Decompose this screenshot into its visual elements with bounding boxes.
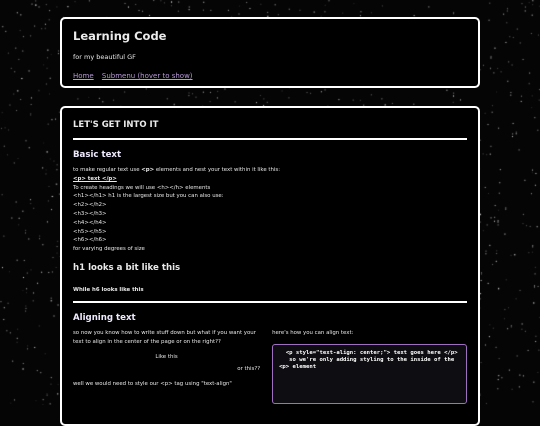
align-right-column: here's how you can align text: <p style=… [272, 329, 467, 404]
code-block: <p style="text-align: center;"> text goe… [272, 343, 467, 404]
nav-link-submenu[interactable]: Submenu (hover to show) [102, 72, 193, 80]
align-right-intro: here's how you can align text: [272, 329, 354, 336]
tag-h5: <h5></h5> [73, 228, 107, 235]
divider [73, 300, 467, 303]
align-intro: so now you know how to write stuff down … [73, 329, 256, 345]
style-line: well we would need to style our <p> tag … [73, 381, 232, 388]
basic-intro: to make regular text use <p> elements an… [73, 167, 281, 173]
h6-demo: While h6 looks like this [73, 286, 144, 293]
headings-line: To create headings we will use <h></h> e… [73, 184, 211, 191]
section-title: LET'S GET INTO IT [73, 120, 159, 130]
degrees-line: for varying degrees of size [73, 246, 145, 253]
h1-demo: h1 looks a bit like this [73, 262, 181, 273]
tag-h3: <h3></h3> [73, 210, 107, 217]
right-demo: or this?? [237, 366, 261, 373]
site-title: Learning Code [73, 29, 167, 43]
tag-h6: <h6></h6> [73, 237, 107, 244]
tag-h2: <h2></h2> [73, 202, 107, 209]
align-columns: so now you know how to write stuff down … [73, 329, 467, 404]
nav-link-home[interactable]: Home [73, 72, 94, 80]
tag-h4: <h4></h4> [73, 219, 107, 226]
center-demo: Like this [155, 353, 178, 360]
site-subtitle: for my beautiful GF [73, 53, 136, 61]
p-example: <p> text </p> [73, 175, 117, 182]
basic-text-heading: Basic text [73, 150, 122, 160]
divider [73, 138, 467, 140]
main-content-panel: LET'S GET INTO IT Basic text to make reg… [60, 106, 480, 426]
nav-bar: Home Submenu (hover to show) [73, 72, 467, 80]
h1-line: <h1></h1> h1 is the largest size but you… [73, 193, 224, 200]
align-left-column: so now you know how to write stuff down … [73, 329, 260, 404]
p-tag-inline: <p> [141, 167, 155, 173]
header-panel: Learning Code for my beautiful GF Home S… [60, 17, 480, 88]
aligning-text-heading: Aligning text [73, 312, 136, 323]
